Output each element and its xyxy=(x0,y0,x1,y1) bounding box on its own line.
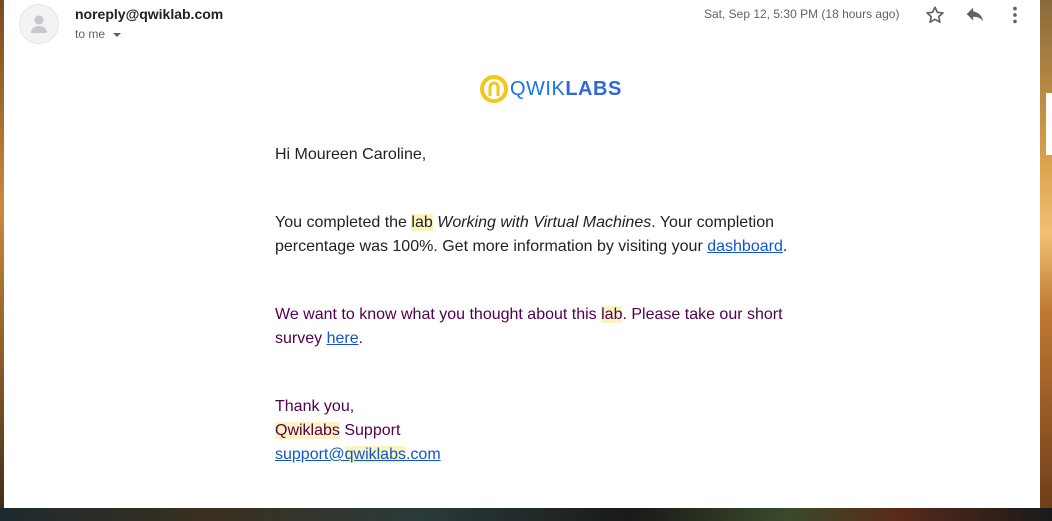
support-email-link[interactable]: support@qwiklabs.com xyxy=(275,446,441,463)
logo-text-part2: LABS xyxy=(565,78,622,100)
signoff: Thank you, xyxy=(275,398,355,415)
person-avatar-icon[interactable] xyxy=(19,4,59,44)
lab-title: Working with Virtual Machines xyxy=(437,214,652,231)
search-highlight: Qwiklabs xyxy=(275,422,340,439)
star-icon[interactable] xyxy=(924,4,946,26)
p1-text-a: You completed the xyxy=(275,214,412,231)
survey-paragraph: We want to know what you thought about t… xyxy=(275,303,815,351)
reply-icon[interactable] xyxy=(964,4,986,26)
recipient-details[interactable]: to me xyxy=(75,27,122,41)
completion-paragraph: You completed the lab Working with Virtu… xyxy=(275,211,815,259)
email-view: noreply@qwiklab.com to me Sat, Sep 12, 5… xyxy=(4,0,1040,508)
more-vert-icon[interactable] xyxy=(1004,4,1026,26)
signature: Thank you, Qwiklabs Support support@qwik… xyxy=(275,395,815,467)
signature-team-rest: Support xyxy=(339,422,401,439)
email-part-a: support@ xyxy=(275,446,345,463)
p2-text-c: . xyxy=(358,330,364,347)
message-date: Sat, Sep 12, 5:30 PM (18 hours ago) xyxy=(704,7,900,21)
greeting: Hi Moureen Caroline, xyxy=(275,146,427,163)
desktop-background-right xyxy=(1040,0,1052,521)
qwiklabs-logo-icon xyxy=(480,75,508,103)
dashboard-link[interactable]: dashboard xyxy=(707,238,783,255)
desktop-background-window-edge xyxy=(1046,93,1052,155)
search-highlight: qwiklabs xyxy=(344,446,406,463)
logo-wordmark: QWIKLABS xyxy=(510,78,622,101)
search-highlight: lab xyxy=(601,306,623,323)
email-part-b: .com xyxy=(405,446,441,463)
signature-team: Qwiklabs Support xyxy=(275,419,815,443)
desktop-taskbar-strip xyxy=(0,508,1052,521)
recipient-label: to me xyxy=(75,27,106,41)
chevron-down-icon[interactable] xyxy=(113,32,122,37)
support-email-line: support@qwiklabs.com xyxy=(275,443,815,467)
p1-text-d: . xyxy=(782,238,788,255)
p2-text-a: We want to know what you thought about t… xyxy=(275,306,602,323)
sender-address[interactable]: noreply@qwiklab.com xyxy=(75,6,223,22)
logo-text-part1: QWIK xyxy=(510,78,566,100)
search-highlight: lab xyxy=(411,214,433,231)
survey-link[interactable]: here xyxy=(327,330,359,347)
